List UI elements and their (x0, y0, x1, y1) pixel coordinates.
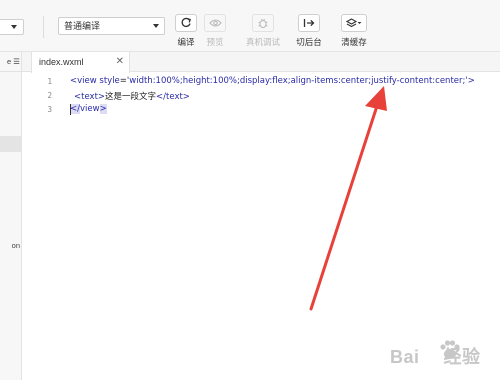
text-content: 这是一段文字 (105, 92, 157, 102)
text-tag-close: </text> (156, 92, 190, 102)
chevron-down-icon (153, 24, 159, 28)
code-line-1: <view style='width:100%;height:100%;disp… (70, 76, 475, 86)
view-close-open: </ (70, 104, 80, 114)
remote-debug-button[interactable]: 真机调试 (246, 14, 280, 50)
paw-logo-icon (440, 340, 460, 359)
toolbar: 普通编译 编译 预览 真机调试 切后台 清缓存 (0, 0, 500, 52)
attr-value: 'width:100%;height:100%;display:flex;ali… (126, 76, 468, 86)
text-cursor (70, 104, 71, 115)
baidu-watermark: Bai 经验 (390, 334, 500, 374)
compile-label: 编译 (177, 37, 195, 47)
tab-index-wxml[interactable]: index.wxml ✕ (31, 52, 130, 73)
preview-label: 预览 (206, 37, 224, 47)
compile-button[interactable]: 编译 (173, 14, 199, 50)
view-close-name: view (80, 104, 100, 114)
editor-tab-bar: index.wxml ✕ (22, 52, 500, 73)
view-close-end: > (99, 104, 107, 114)
attr-eq: = (119, 76, 127, 86)
layers-icon (346, 18, 362, 28)
eye-icon (208, 19, 222, 27)
bug-icon (258, 18, 268, 29)
explorer-header[interactable]: e ☰ (0, 52, 22, 72)
switch-backend-button[interactable]: 切后台 (295, 14, 323, 50)
line-number: 1 (47, 77, 52, 86)
toolbar-divider (43, 16, 44, 38)
compile-mode-select[interactable]: 普通编译 (58, 17, 165, 35)
refresh-icon (181, 17, 192, 28)
clear-cache-button[interactable]: 清缓存 (339, 14, 369, 50)
close-icon[interactable]: ✕ (116, 52, 124, 72)
project-dropdown[interactable] (0, 19, 24, 35)
explorer-item-fragment[interactable]: on (0, 241, 22, 250)
watermark-text: Bai 经验 (390, 347, 481, 367)
text-tag-open: <text> (74, 92, 106, 102)
selected-file-row[interactable] (0, 136, 22, 152)
preview-button[interactable]: 预览 (202, 14, 228, 50)
file-explorer-panel: e ☰ on (0, 52, 22, 380)
line-number: 3 (47, 105, 52, 114)
line-number-gutter: 1 2 3 (22, 73, 62, 380)
code-line-3: </view> (70, 104, 107, 114)
tab-filename: index.wxml (39, 57, 84, 67)
tag-close: > (467, 76, 475, 86)
remote-debug-label: 真机调试 (246, 37, 281, 47)
compile-mode-label: 普通编译 (64, 21, 101, 31)
clear-cache-label: 清缓存 (341, 37, 367, 47)
switch-backend-label: 切后台 (296, 37, 322, 47)
code-line-2: <text>这是一段文字</text> (74, 90, 190, 102)
attr-name: style (99, 76, 120, 86)
line-number: 2 (47, 91, 52, 100)
tag-open: <view (70, 76, 100, 86)
switch-arrow-icon (303, 19, 315, 27)
chevron-down-icon (11, 25, 17, 29)
